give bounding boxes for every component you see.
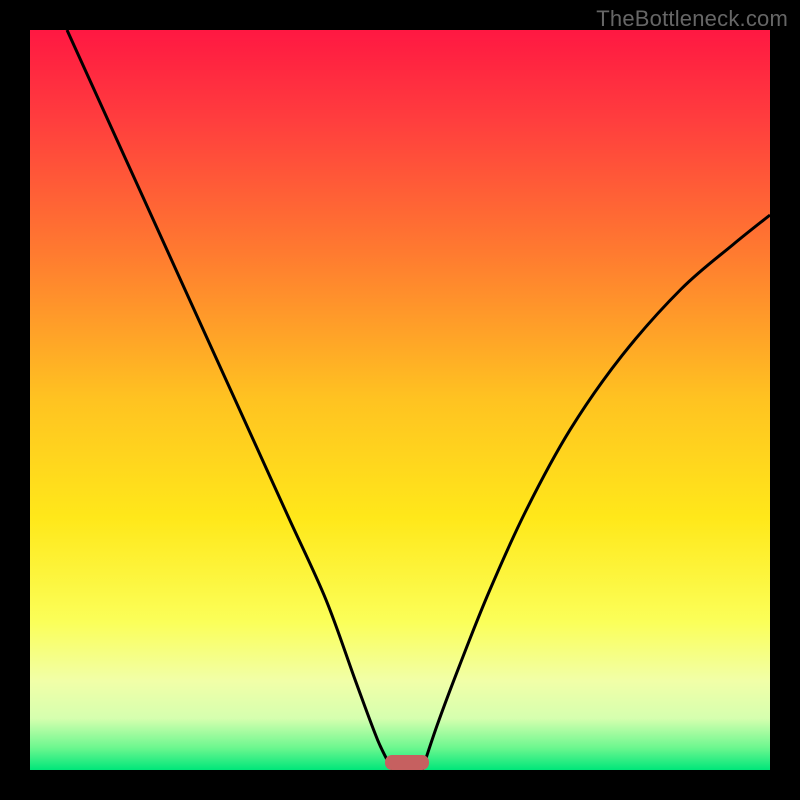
plot-area bbox=[30, 30, 770, 770]
optimal-marker bbox=[385, 755, 429, 770]
watermark-text: TheBottleneck.com bbox=[596, 6, 788, 32]
chart-frame: TheBottleneck.com bbox=[0, 0, 800, 800]
curve-right-branch bbox=[422, 215, 770, 770]
curve-left-branch bbox=[67, 30, 393, 770]
curve-layer bbox=[30, 30, 770, 770]
